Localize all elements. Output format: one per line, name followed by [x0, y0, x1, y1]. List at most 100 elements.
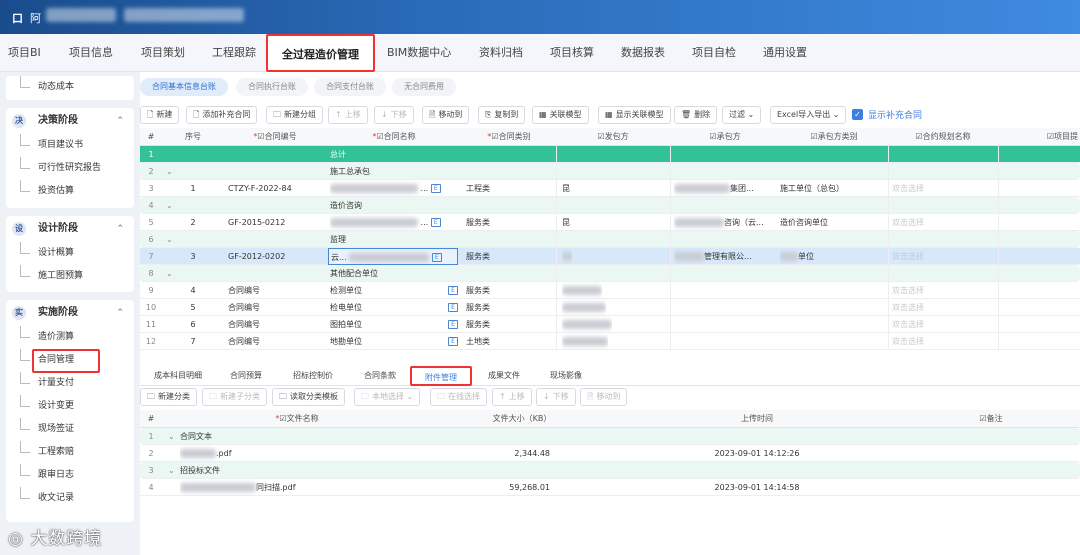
nav-archive[interactable]: 资料归档: [479, 34, 523, 72]
group-header[interactable]: 设 设计阶段 ⌃: [6, 216, 134, 242]
table-row[interactable]: 10 5 合同编号 检电单位 E 服务类 双击选择: [140, 299, 1080, 316]
attachment-row[interactable]: 2 .pdf 2,344.48 2023-09-01 14:12:26: [140, 445, 1080, 462]
nav-self-check[interactable]: 项目自检: [692, 34, 736, 72]
tab-bid-control-price[interactable]: 招标控制价: [280, 366, 346, 386]
nav-project-planning[interactable]: 项目策划: [141, 34, 185, 72]
move-up-button[interactable]: ↑ 上移: [492, 388, 532, 406]
excel-import-export-dropdown[interactable]: Excel导入导出 ⌄: [770, 106, 847, 124]
checkbox-checked-icon[interactable]: ✓: [852, 109, 863, 120]
chevron-up-icon[interactable]: ⌃: [116, 300, 124, 326]
table-row-selected[interactable]: 7 3 GF-2012-0202 云... E 服务类 管理有限公... 单位 …: [140, 248, 1080, 265]
tab-cost-subjects[interactable]: 成本科目明细: [144, 366, 212, 386]
sidebar-item-design-change[interactable]: 设计变更: [6, 395, 134, 418]
move-down-button[interactable]: ↓ 下移: [374, 106, 414, 124]
blurred-title-block: [46, 8, 116, 22]
nav-general-settings[interactable]: 通用设置: [763, 34, 807, 72]
sidebar-item-construction-budget[interactable]: 施工图预算: [6, 265, 134, 288]
table-row[interactable]: 9 4 合同编号 检测单位 E 服务类 双击选择: [140, 282, 1080, 299]
collapse-icon: ⌄: [166, 269, 173, 278]
chevron-up-icon[interactable]: ⌃: [116, 108, 124, 134]
tab-contract-budget[interactable]: 合同预算: [216, 366, 276, 386]
tab-deliverables[interactable]: 成果文件: [474, 366, 534, 386]
header-remarks[interactable]: ☑备注: [902, 410, 1080, 428]
header-party-b-type[interactable]: ☑承包方类别: [780, 128, 888, 146]
table-row-group[interactable]: 4 ⌄ 造价咨询: [140, 197, 1080, 214]
table-row-group[interactable]: 8 ⌄ 其他配合单位: [140, 265, 1080, 282]
sidebar-item-audit-log[interactable]: 跟审日志: [6, 464, 134, 487]
chevron-down-icon: ⌄: [406, 392, 414, 401]
nav-project-accounting[interactable]: 项目核算: [550, 34, 594, 72]
move-down-button[interactable]: ↓ 下移: [536, 388, 576, 406]
tab-attachment-management[interactable]: 附件管理: [410, 366, 472, 386]
tab-contract-terms[interactable]: 合同条款: [350, 366, 410, 386]
new-subcategory-button[interactable]: 🗀 新建子分类: [202, 388, 267, 406]
nav-data-reports[interactable]: 数据报表: [621, 34, 665, 72]
link-model-button[interactable]: ▦ 关联模型: [532, 106, 589, 124]
attachment-row[interactable]: 4 同扫描.pdf 59,268.01 2023-09-01 14:14:58: [140, 479, 1080, 496]
new-category-button[interactable]: 🗀 新建分类: [140, 388, 197, 406]
table-row-group[interactable]: 2 ⌄ 施工总承包: [140, 163, 1080, 180]
header-party-a[interactable]: ☑发包方: [556, 128, 670, 146]
sidebar-item-site-visa[interactable]: 现场签证: [6, 418, 134, 441]
nav-engineering-tracking[interactable]: 工程跟踪: [212, 34, 256, 72]
contract-name-cell-editing[interactable]: 云... E: [328, 248, 458, 265]
tab-site-images[interactable]: 现场影像: [536, 366, 596, 386]
new-group-button[interactable]: 🗀 新建分组: [266, 106, 323, 124]
sidebar-item-contract-management[interactable]: 合同管理: [6, 349, 134, 373]
subtab-contract-payment[interactable]: 合同支付台账: [314, 78, 386, 96]
delete-button[interactable]: 🗑 删除: [674, 106, 718, 124]
chevron-up-icon[interactable]: ⌃: [116, 216, 124, 242]
table-row[interactable]: 11 6 合同编号 图拍单位 E 服务类 双击选择: [140, 316, 1080, 333]
copy-to-button[interactable]: ⎘ 复制到: [478, 106, 526, 124]
nav-cost-management[interactable]: 全过程造价管理: [266, 34, 375, 72]
load-template-button[interactable]: 🗀 读取分类模板: [272, 388, 345, 406]
header-party-b[interactable]: ☑承包方: [670, 128, 780, 146]
subtab-contract-execution[interactable]: 合同执行台账: [236, 78, 308, 96]
edit-icon: E: [430, 184, 441, 193]
folder-icon: 🗀: [437, 392, 445, 401]
header-contract-name[interactable]: *☑合同名称: [326, 128, 462, 146]
subtab-no-contract-fees[interactable]: 无合同费用: [392, 78, 456, 96]
sidebar-item-feasibility[interactable]: 可行性研究报告: [6, 157, 134, 180]
table-row[interactable]: 12 7 合同编号 地勘单位 E 土地类 双击选择: [140, 333, 1080, 350]
new-button[interactable]: 🗋 新建: [140, 106, 180, 124]
add-supplement-contract-button[interactable]: 🗋 添加补充合同: [186, 106, 258, 124]
sidebar-item-investment-estimate[interactable]: 投资估算: [6, 180, 134, 203]
move-to-button[interactable]: 🗎 移动到: [580, 388, 628, 406]
header-file-name[interactable]: *☑文件名称: [162, 410, 432, 428]
table-row[interactable]: 5 2 GF-2015-0212 ... E 服务类 昆 咨询（云... 造价咨…: [140, 214, 1080, 231]
sidebar-item-measurement-payment[interactable]: 计量支付: [6, 372, 134, 395]
nav-bim-data-center[interactable]: BIM数据中心: [387, 34, 451, 72]
sidebar-item-dynamic-cost[interactable]: 动态成本: [6, 76, 134, 100]
nav-project-info[interactable]: 项目信息: [69, 34, 113, 72]
header-upload-time[interactable]: 上传时间: [612, 410, 902, 428]
header-file-size[interactable]: 文件大小（KB）: [432, 410, 612, 428]
sidebar-item-received-docs[interactable]: 收文记录: [6, 487, 134, 510]
table-row-group[interactable]: 6 ⌄ 监理: [140, 231, 1080, 248]
header-contract-category[interactable]: *☑合同类别: [462, 128, 556, 146]
group-header[interactable]: 决 决策阶段 ⌃: [6, 108, 134, 134]
header-contract-code[interactable]: *☑合同编号: [224, 128, 326, 146]
filter-dropdown[interactable]: 过滤 ⌄: [722, 106, 762, 124]
sidebar-item-claims[interactable]: 工程索赔: [6, 441, 134, 464]
move-up-button[interactable]: ↑ 上移: [328, 106, 368, 124]
arrow-down-icon: ↓: [381, 110, 388, 119]
edit-icon: ☑: [1046, 132, 1054, 141]
sidebar-item-design-estimate[interactable]: 设计概算: [6, 242, 134, 265]
move-to-button[interactable]: 🗎 移动到: [422, 106, 470, 124]
table-row[interactable]: 3 1 CTZY-F-2022-84 ... E 工程类 昆 集团... 施工单…: [140, 180, 1080, 197]
sidebar-item-cost-calculation[interactable]: 造价测算: [6, 326, 134, 349]
online-select-button[interactable]: 🗀 在线选择: [430, 388, 487, 406]
table-row-total[interactable]: 1 总计: [140, 146, 1080, 163]
header-project[interactable]: ☑项目提: [998, 128, 1080, 146]
attachment-row-group[interactable]: 1 ⌄ 合同文本: [140, 428, 1080, 445]
local-select-dropdown[interactable]: 🗀 本地选择 ⌄: [354, 388, 421, 406]
attachment-row-group[interactable]: 3 ⌄ 招投标文件: [140, 462, 1080, 479]
edit-icon: ☑: [915, 132, 923, 141]
sidebar-item-proposal[interactable]: 项目建议书: [6, 134, 134, 157]
subtab-contract-info[interactable]: 合同基本信息台账: [140, 78, 228, 96]
nav-project-bi[interactable]: 项目BI: [8, 34, 41, 72]
group-header[interactable]: 实 实施阶段 ⌃: [6, 300, 134, 326]
show-linked-model-button[interactable]: ▦ 显示关联模型: [598, 106, 671, 124]
header-plan-name[interactable]: ☑合约规划名称: [888, 128, 998, 146]
